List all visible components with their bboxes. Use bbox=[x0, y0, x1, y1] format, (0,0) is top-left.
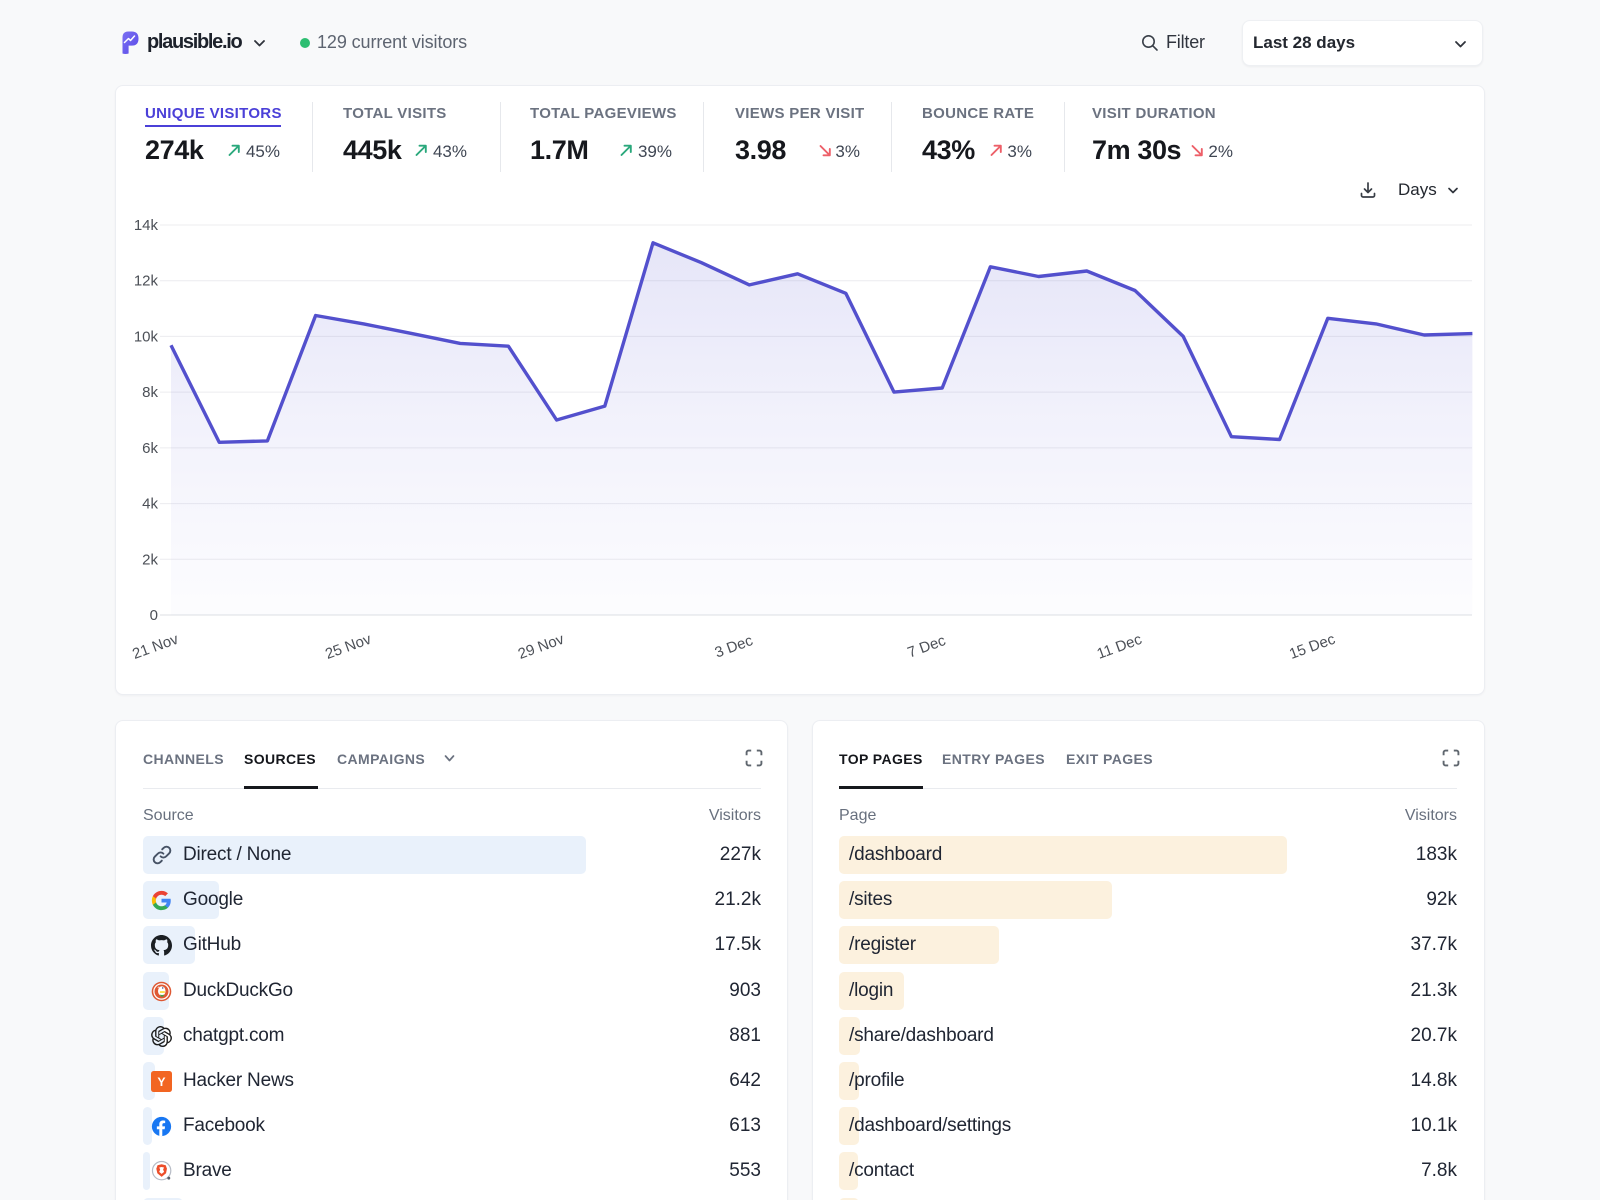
svg-text:25 Nov: 25 Nov bbox=[323, 630, 374, 662]
svg-text:7 Dec: 7 Dec bbox=[905, 632, 948, 662]
svg-text:29 Nov: 29 Nov bbox=[516, 630, 567, 662]
svg-text:8k: 8k bbox=[142, 384, 158, 401]
svg-text:15 Dec: 15 Dec bbox=[1287, 630, 1338, 662]
svg-text:2k: 2k bbox=[142, 551, 158, 568]
svg-text:0: 0 bbox=[150, 607, 158, 624]
svg-text:10k: 10k bbox=[134, 328, 159, 345]
svg-text:Y: Y bbox=[157, 1075, 165, 1089]
svg-text:21 Nov: 21 Nov bbox=[130, 630, 181, 662]
svg-text:11 Dec: 11 Dec bbox=[1095, 631, 1145, 663]
svg-text:14k: 14k bbox=[134, 217, 159, 234]
svg-text:4k: 4k bbox=[142, 496, 158, 513]
svg-text:6k: 6k bbox=[142, 440, 158, 457]
svg-text:3 Dec: 3 Dec bbox=[713, 632, 756, 662]
svg-text:12k: 12k bbox=[134, 273, 159, 290]
